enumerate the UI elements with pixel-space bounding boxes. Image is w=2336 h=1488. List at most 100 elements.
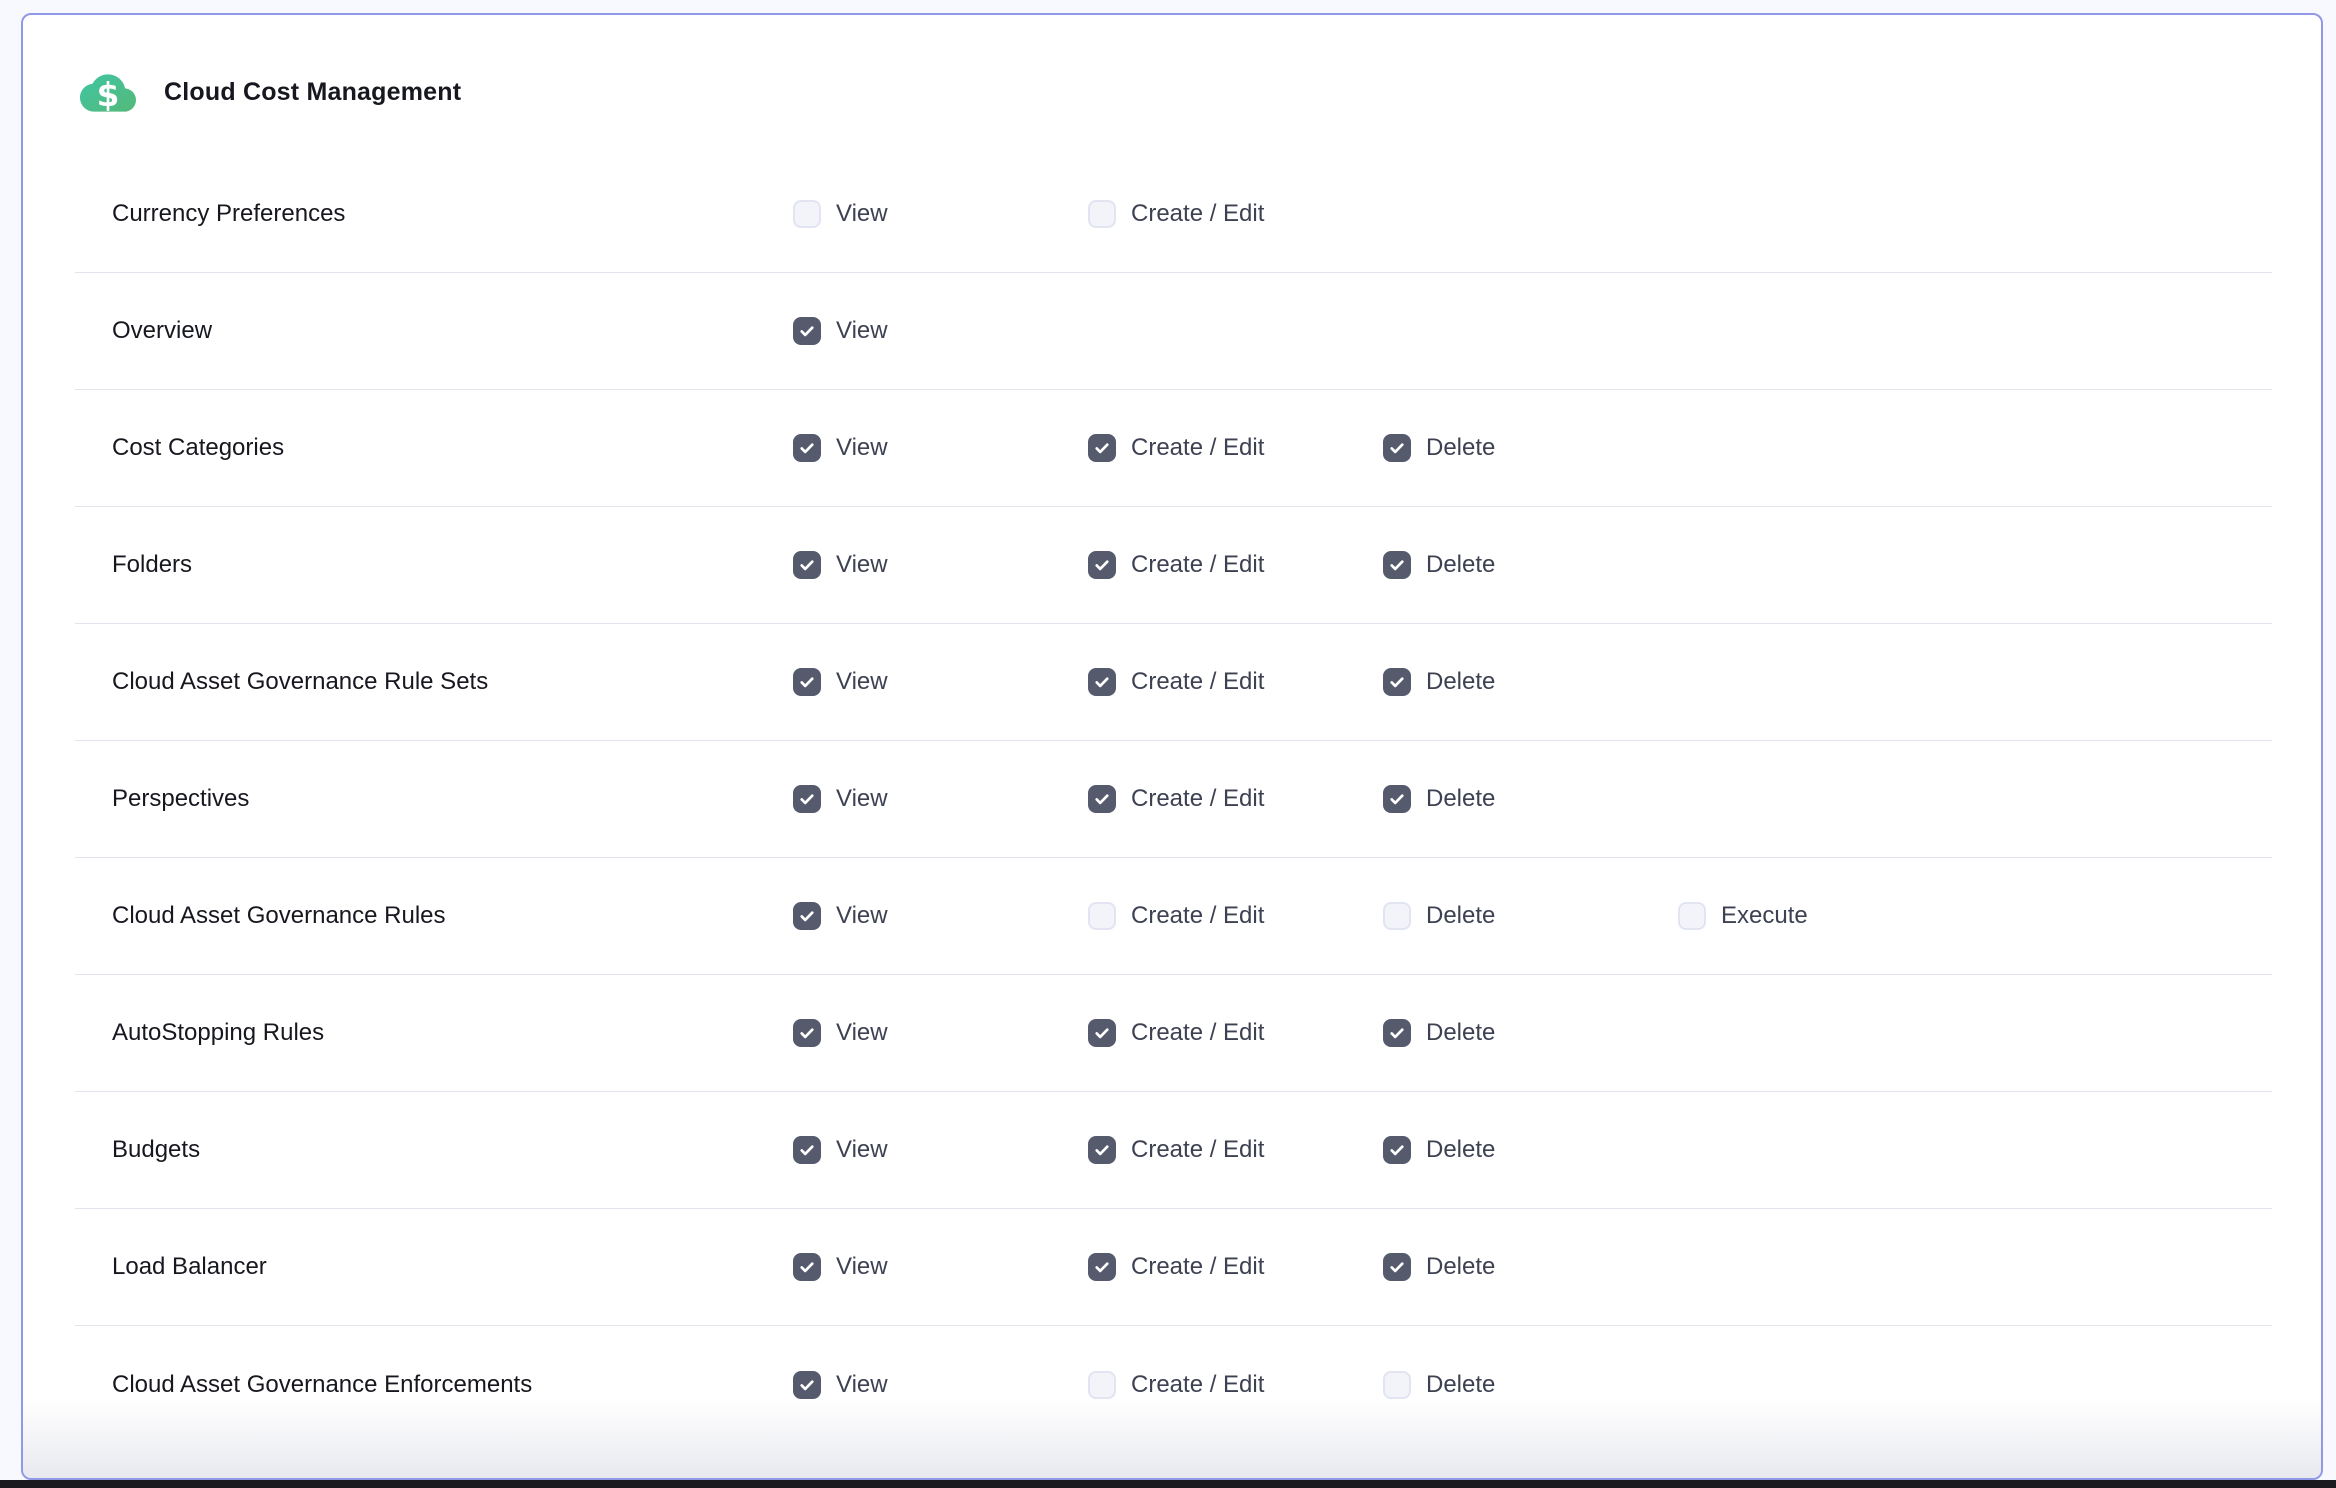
resource-label: Cloud Asset Governance Rules <box>112 902 793 930</box>
create-edit-checkbox[interactable] <box>1088 1019 1116 1047</box>
view-checkbox-label: View <box>836 200 888 228</box>
permission-cell: Delete <box>1383 551 1678 579</box>
resource-label: Cloud Asset Governance Enforcements <box>112 1371 793 1399</box>
permission-cell: Delete <box>1383 785 1678 813</box>
view-checkbox[interactable] <box>793 1253 821 1281</box>
execute-checkbox-label: Execute <box>1721 902 1808 930</box>
permission-cell: View <box>793 1019 1088 1047</box>
delete-checkbox[interactable] <box>1383 434 1411 462</box>
create-edit-checkbox-label: Create / Edit <box>1131 785 1264 813</box>
delete-checkbox[interactable] <box>1383 551 1411 579</box>
permission-cell: Create / Edit <box>1088 1371 1383 1399</box>
delete-checkbox-label: Delete <box>1426 1253 1495 1281</box>
permission-cell: Create / Edit <box>1088 1019 1383 1047</box>
view-checkbox-label: View <box>836 551 888 579</box>
resource-label: Cost Categories <box>112 434 793 462</box>
delete-checkbox-label: Delete <box>1426 1019 1495 1047</box>
view-checkbox-label: View <box>836 1136 888 1164</box>
permission-row: Budgets View Create / Edit Delete <box>75 1092 2272 1209</box>
permission-cell: Delete <box>1383 668 1678 696</box>
resource-label: Overview <box>112 317 793 345</box>
view-checkbox[interactable] <box>793 317 821 345</box>
create-edit-checkbox-label: Create / Edit <box>1131 551 1264 579</box>
permission-cell: Delete <box>1383 1371 1678 1399</box>
create-edit-checkbox[interactable] <box>1088 1253 1116 1281</box>
resource-label: Currency Preferences <box>112 200 793 228</box>
delete-checkbox-label: Delete <box>1426 551 1495 579</box>
create-edit-checkbox[interactable] <box>1088 551 1116 579</box>
permission-cell: Delete <box>1383 1136 1678 1164</box>
view-checkbox-label: View <box>836 1019 888 1047</box>
create-edit-checkbox-label: Create / Edit <box>1131 434 1264 462</box>
create-edit-checkbox-label: Create / Edit <box>1131 668 1264 696</box>
permission-cell: Create / Edit <box>1088 200 1383 228</box>
view-checkbox[interactable] <box>793 785 821 813</box>
view-checkbox-label: View <box>836 668 888 696</box>
permission-cell: Execute <box>1678 902 1973 930</box>
delete-checkbox[interactable] <box>1383 1019 1411 1047</box>
permission-row: Cloud Asset Governance Enforcements View… <box>75 1326 2272 1443</box>
view-checkbox[interactable] <box>793 902 821 930</box>
create-edit-checkbox[interactable] <box>1088 785 1116 813</box>
delete-checkbox-label: Delete <box>1426 1371 1495 1399</box>
permission-cell: Create / Edit <box>1088 434 1383 462</box>
permission-cell: Delete <box>1383 1253 1678 1281</box>
permission-row: Cloud Asset Governance Rule Sets View Cr… <box>75 624 2272 741</box>
delete-checkbox-label: Delete <box>1426 434 1495 462</box>
create-edit-checkbox-label: Create / Edit <box>1131 1136 1264 1164</box>
permission-cell: View <box>793 902 1088 930</box>
create-edit-checkbox[interactable] <box>1088 200 1116 228</box>
delete-checkbox-label: Delete <box>1426 902 1495 930</box>
permission-cell: Create / Edit <box>1088 902 1383 930</box>
delete-checkbox-label: Delete <box>1426 668 1495 696</box>
screen: $ Cloud Cost Management Currency Prefere… <box>0 0 2336 1488</box>
permission-cell: Delete <box>1383 902 1678 930</box>
delete-checkbox[interactable] <box>1383 1253 1411 1281</box>
cloud-dollar-icon: $ <box>80 65 136 121</box>
permission-cell: Create / Edit <box>1088 1253 1383 1281</box>
create-edit-checkbox-label: Create / Edit <box>1131 1019 1264 1047</box>
delete-checkbox[interactable] <box>1383 785 1411 813</box>
delete-checkbox[interactable] <box>1383 902 1411 930</box>
delete-checkbox-label: Delete <box>1426 785 1495 813</box>
permission-row: Folders View Create / Edit Delete <box>75 507 2272 624</box>
view-checkbox-label: View <box>836 317 888 345</box>
resource-label: Folders <box>112 551 793 579</box>
view-checkbox[interactable] <box>793 551 821 579</box>
view-checkbox[interactable] <box>793 1136 821 1164</box>
create-edit-checkbox-label: Create / Edit <box>1131 1253 1264 1281</box>
permission-rows: Currency Preferences View Create / Edit … <box>23 156 2321 1443</box>
delete-checkbox[interactable] <box>1383 668 1411 696</box>
view-checkbox[interactable] <box>793 668 821 696</box>
delete-checkbox[interactable] <box>1383 1136 1411 1164</box>
view-checkbox[interactable] <box>793 200 821 228</box>
execute-checkbox[interactable] <box>1678 902 1706 930</box>
delete-checkbox-label: Delete <box>1426 1136 1495 1164</box>
permission-cell: View <box>793 1371 1088 1399</box>
view-checkbox[interactable] <box>793 1019 821 1047</box>
permission-row: Overview View <box>75 273 2272 390</box>
create-edit-checkbox[interactable] <box>1088 1136 1116 1164</box>
view-checkbox-label: View <box>836 902 888 930</box>
view-checkbox[interactable] <box>793 1371 821 1399</box>
delete-checkbox[interactable] <box>1383 1371 1411 1399</box>
permission-row: Load Balancer View Create / Edit Delete <box>75 1209 2272 1326</box>
permission-cell: View <box>793 1136 1088 1164</box>
create-edit-checkbox[interactable] <box>1088 668 1116 696</box>
permission-row: Perspectives View Create / Edit Delete <box>75 741 2272 858</box>
svg-text:$: $ <box>97 76 120 114</box>
create-edit-checkbox[interactable] <box>1088 1371 1116 1399</box>
create-edit-checkbox-label: Create / Edit <box>1131 200 1264 228</box>
view-checkbox-label: View <box>836 1253 888 1281</box>
view-checkbox-label: View <box>836 785 888 813</box>
permission-cell: Delete <box>1383 434 1678 462</box>
view-checkbox[interactable] <box>793 434 821 462</box>
view-checkbox-label: View <box>836 1371 888 1399</box>
resource-label: Budgets <box>112 1136 793 1164</box>
permission-cell: View <box>793 551 1088 579</box>
permission-cell: Create / Edit <box>1088 1136 1383 1164</box>
permission-cell: View <box>793 668 1088 696</box>
resource-label: Cloud Asset Governance Rule Sets <box>112 668 793 696</box>
create-edit-checkbox[interactable] <box>1088 434 1116 462</box>
create-edit-checkbox[interactable] <box>1088 902 1116 930</box>
